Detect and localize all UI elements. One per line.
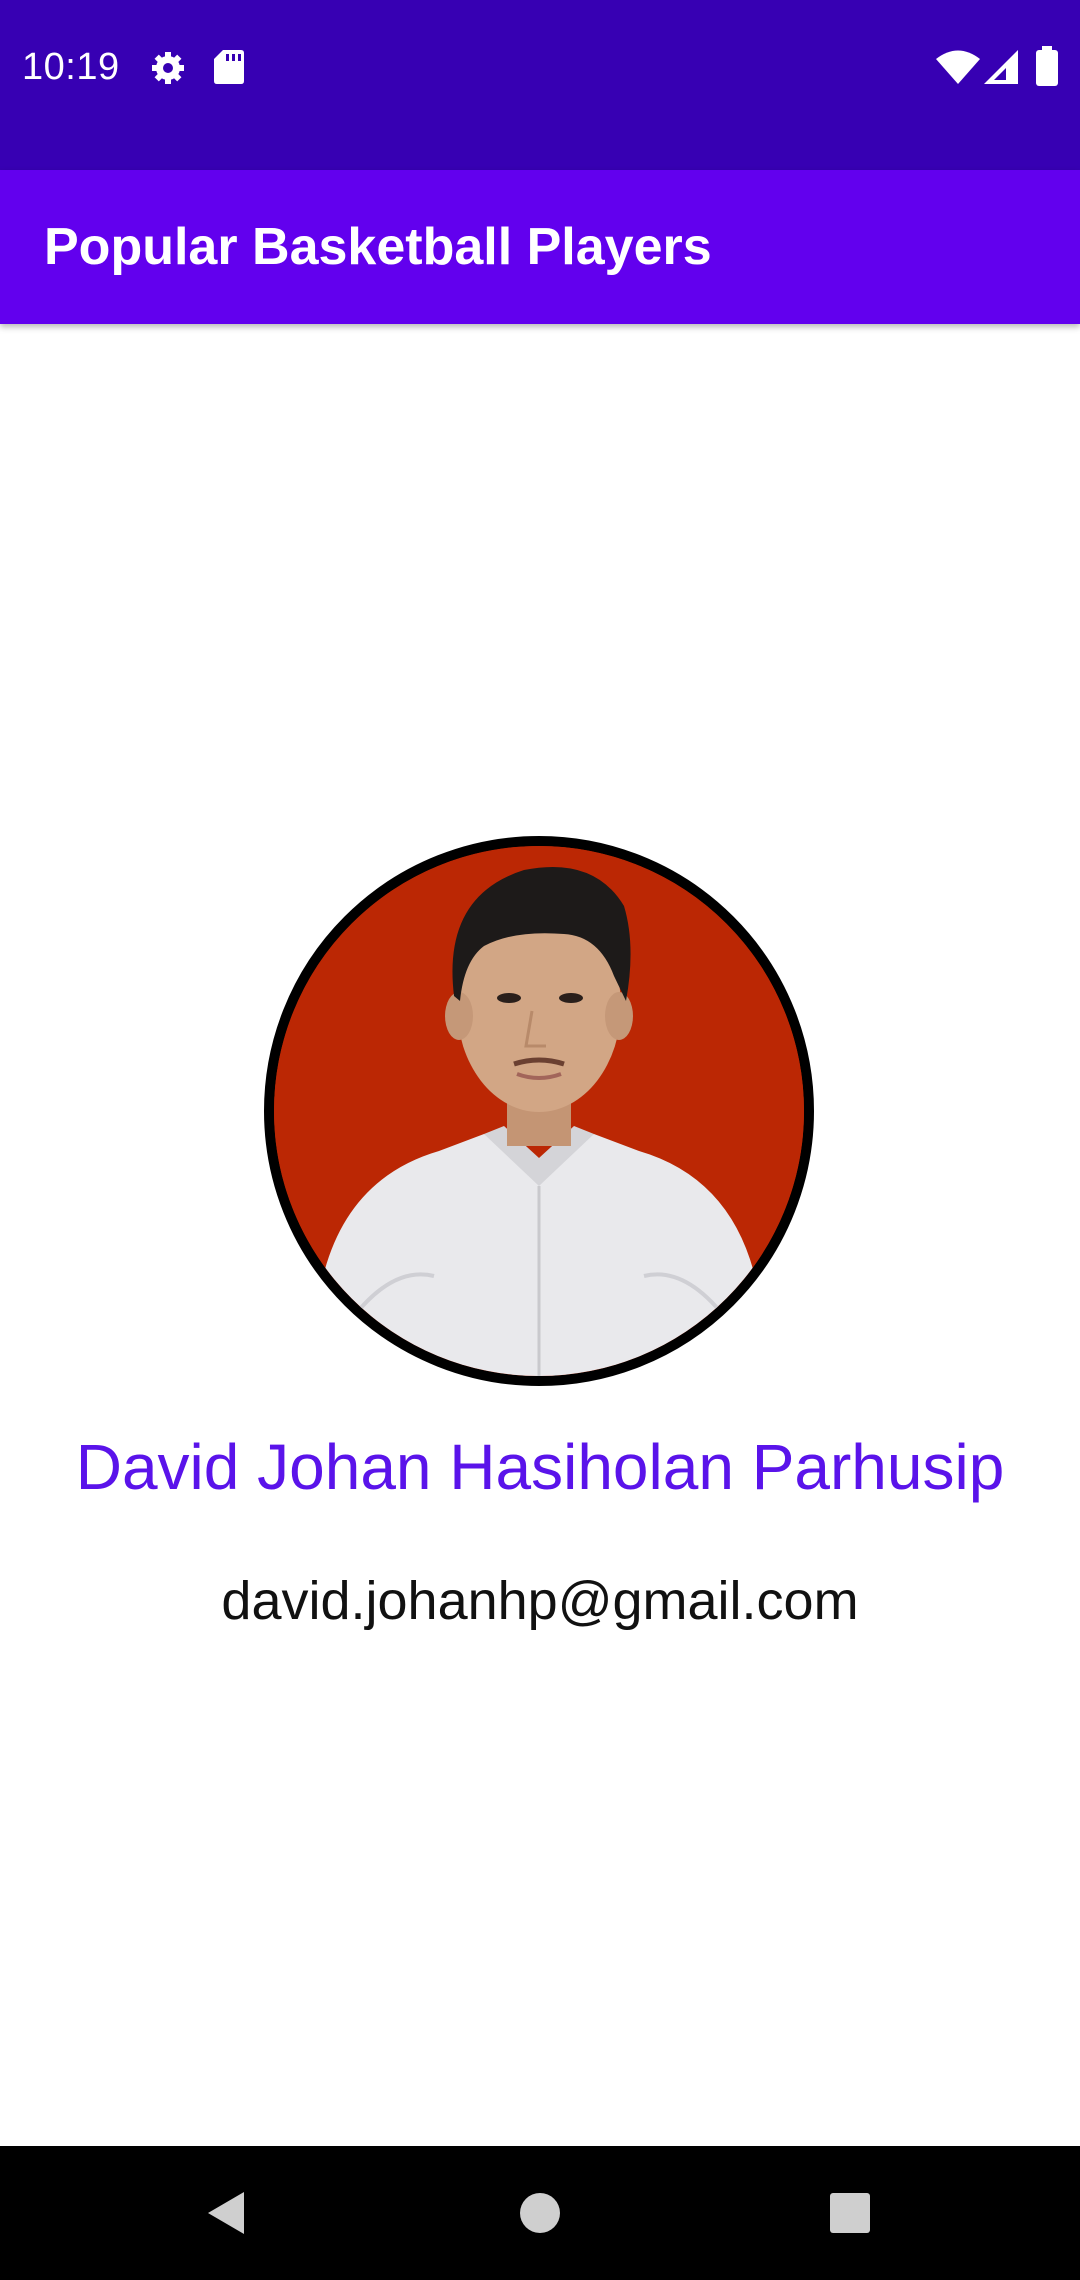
profile-name: David Johan Hasiholan Parhusip [75,1431,1005,1503]
sd-card-icon [214,50,244,84]
home-button[interactable] [500,2173,580,2253]
profile-photo [264,836,814,1386]
signal-icon [984,50,1018,84]
profile-content: David Johan Hasiholan Parhusip david.joh… [0,324,1080,2146]
settings-icon [152,52,184,84]
profile-email: david.johanhp@gmail.com [221,1571,859,1631]
back-button[interactable] [186,2173,266,2253]
status-time: 10:19 [22,46,120,88]
recents-button[interactable] [810,2173,890,2253]
back-icon [208,2192,244,2234]
battery-icon [1036,46,1058,86]
wifi-icon [936,50,980,84]
app-bar: Popular Basketball Players [0,170,1080,324]
home-icon [520,2193,560,2233]
recents-icon [830,2193,870,2233]
status-bar: 10:19 [0,0,1080,170]
app-title: Popular Basketball Players [44,218,712,276]
navigation-bar [0,2146,1080,2280]
